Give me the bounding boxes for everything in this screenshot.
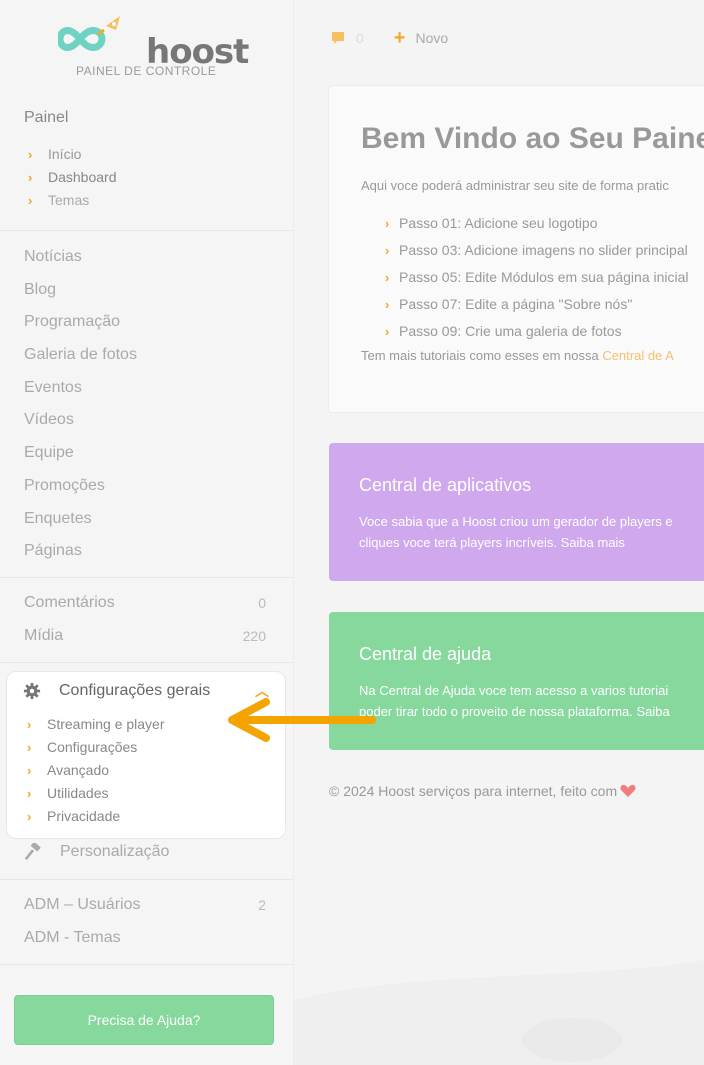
main-content: 0 + Novo Bem Vindo ao Seu Painel Aqui vo…: [294, 0, 704, 1065]
chevron-right-icon: ›: [385, 243, 390, 258]
apps-card-title: Central de aplicativos: [359, 475, 532, 495]
comments-count: 0: [258, 595, 266, 611]
logo-subtitle: PAINEL DE CONTROLE: [76, 64, 217, 78]
apps-card-text: Voce sabia que a Hoost criou um gerador …: [359, 514, 673, 550]
apps-card[interactable]: Central de aplicativos Voce sabia que a …: [329, 443, 704, 581]
media-nav: Comentários 0 Mídia 220: [24, 587, 266, 652]
nav-item-midia[interactable]: Mídia 220: [24, 620, 266, 653]
nav-item-noticias[interactable]: Notícias: [24, 241, 266, 274]
welcome-panel: Bem Vindo ao Seu Painel Aqui voce poderá…: [328, 85, 704, 413]
footer-text: © 2024 Hoost serviços para internet, fei…: [329, 783, 618, 799]
step-item[interactable]: › Passo 03: Adicione imagens no slider pr…: [385, 237, 689, 264]
chevron-right-icon: ›: [28, 147, 33, 162]
nav-item-blog[interactable]: Blog: [24, 274, 266, 307]
config-submenu: › Streaming e player › Configurações › Avan…: [27, 713, 165, 828]
nav-item-paginas[interactable]: Páginas: [24, 535, 266, 568]
config-item-avancado[interactable]: › Avançado: [27, 759, 165, 782]
help-card[interactable]: Central de ajuda Na Central de Ajuda voc…: [329, 612, 704, 750]
help-button[interactable]: Precisa de Ajuda?: [14, 995, 274, 1045]
heart-icon: [620, 785, 636, 797]
background-wave: [294, 960, 704, 1065]
help-card-title: Central de ajuda: [359, 644, 492, 664]
sidebar-divider: [0, 577, 293, 578]
step-item[interactable]: › Passo 07: Edite a página "Sobre nós": [385, 291, 689, 318]
comment-count[interactable]: 0: [356, 30, 364, 46]
sidebar-divider: [0, 879, 293, 880]
nav-item-galeria[interactable]: Galeria de fotos: [24, 339, 266, 372]
chevron-right-icon: ›: [385, 297, 390, 312]
panel-item-temas[interactable]: › Temas: [28, 189, 117, 212]
hoost-logo[interactable]: hoost PAINEL DE CONTROLE: [58, 14, 249, 80]
sidebar-divider: [0, 964, 293, 965]
admin-nav: ADM – Usuários 2 ADM - Temas: [24, 889, 266, 954]
panel-section-title: Painel: [24, 109, 69, 126]
chevron-right-icon: ›: [28, 193, 33, 208]
chevron-right-icon: ›: [28, 170, 33, 185]
footer: © 2024 Hoost serviços para internet, fei…: [329, 783, 636, 799]
welcome-intro: Aqui voce poderá administrar seu site de…: [361, 178, 669, 193]
nav-item-promocoes[interactable]: Promoções: [24, 470, 266, 503]
step-item[interactable]: › Passo 09: Crie uma galeria de fotos: [385, 318, 689, 345]
sidebar-divider: [0, 662, 293, 663]
help-center-link[interactable]: Central de A: [602, 348, 674, 363]
nav-item-programacao[interactable]: Programação: [24, 306, 266, 339]
chevron-right-icon: ›: [27, 763, 32, 778]
config-item-utilidades[interactable]: › Utilidades: [27, 782, 165, 805]
plus-icon[interactable]: +: [394, 28, 406, 48]
comment-icon[interactable]: [330, 30, 346, 46]
media-count: 220: [242, 627, 266, 644]
chevron-right-icon: ›: [385, 216, 390, 231]
sidebar: hoost PAINEL DE CONTROLE Painel › Início …: [0, 0, 294, 1065]
config-item-privacidade[interactable]: › Privacidade: [27, 805, 165, 828]
panel-item-inicio[interactable]: › Início: [28, 143, 117, 166]
more-tutorials: Tem mais tutoriais como esses em nossa C…: [361, 348, 674, 363]
nav-item-comentarios[interactable]: Comentários 0: [24, 587, 266, 620]
nav-item-videos[interactable]: Vídeos: [24, 404, 266, 437]
chevron-right-icon: ›: [27, 740, 32, 755]
gear-icon: [23, 682, 41, 700]
nav-item-personalizacao[interactable]: Personalização: [24, 843, 169, 861]
tutorial-steps: › Passo 01: Adicione seu logotipo › Passo …: [385, 210, 689, 345]
help-card-text: Na Central de Ajuda voce tem acesso a va…: [359, 683, 670, 719]
topbar: 0 + Novo: [330, 28, 448, 48]
users-count: 2: [258, 897, 266, 913]
arrow-left-icon: [228, 698, 376, 742]
panel-item-dashboard[interactable]: › Dashboard: [28, 166, 117, 189]
new-button[interactable]: Novo: [415, 30, 448, 46]
step-item[interactable]: › Passo 05: Edite Módulos em sua página i…: [385, 264, 689, 291]
panel-submenu: › Início › Dashboard › Temas: [28, 143, 117, 212]
content-nav: Notícias Blog Programação Galeria de fot…: [24, 241, 266, 568]
nav-item-adm-usuarios[interactable]: ADM – Usuários 2: [24, 889, 266, 922]
step-item[interactable]: › Passo 01: Adicione seu logotipo: [385, 210, 689, 237]
nav-item-eventos[interactable]: Eventos: [24, 372, 266, 405]
chevron-right-icon: ›: [27, 786, 32, 801]
infinity-rocket-icon: [58, 16, 120, 51]
config-item-configuracoes[interactable]: › Configurações: [27, 736, 165, 759]
chevron-right-icon: ›: [385, 270, 390, 285]
chevron-right-icon: ›: [385, 324, 390, 339]
welcome-title: Bem Vindo ao Seu Painel: [361, 122, 704, 155]
sidebar-divider: [0, 230, 293, 231]
nav-item-adm-temas[interactable]: ADM - Temas: [24, 922, 266, 955]
nav-item-enquetes[interactable]: Enquetes: [24, 503, 266, 536]
nav-item-equipe[interactable]: Equipe: [24, 437, 266, 470]
chevron-right-icon: ›: [27, 717, 32, 732]
chevron-right-icon: ›: [27, 809, 32, 824]
hammer-icon: [24, 843, 41, 861]
config-item-streaming[interactable]: › Streaming e player: [27, 713, 165, 736]
